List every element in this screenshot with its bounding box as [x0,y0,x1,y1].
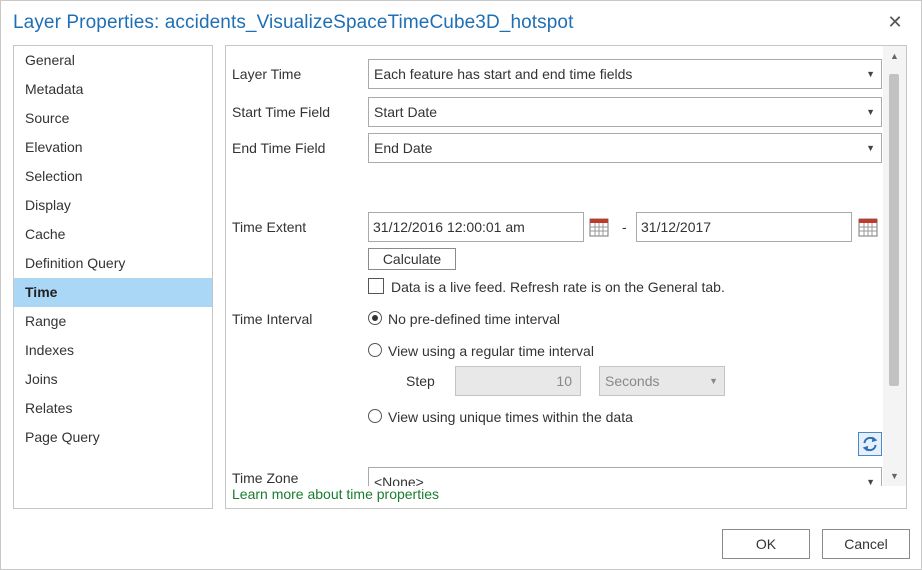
start-time-field-label: Start Time Field [232,104,331,120]
refresh-icon[interactable] [858,432,882,456]
step-unit-value: Seconds [605,373,660,389]
sidebar-item-selection[interactable]: Selection [14,162,212,191]
radio-regular-interval-label: View using a regular time interval [388,343,594,359]
dialog-title: Layer Properties: accidents_VisualizeSpa… [13,12,574,33]
sidebar-item-indexes[interactable]: Indexes [14,336,212,365]
live-feed-label: Data is a live feed. Refresh rate is on … [391,279,725,295]
layer-properties-dialog: Layer Properties: accidents_VisualizeSpa… [0,0,922,570]
time-zone-select[interactable]: <None> ▼ [368,467,882,486]
radio-unique-times[interactable] [368,409,382,423]
end-time-field-value: End Date [374,140,433,156]
radio-no-interval-label: No pre-defined time interval [388,311,560,327]
learn-more-link[interactable]: Learn more about time properties [232,486,439,502]
chevron-down-icon: ▼ [866,107,875,117]
time-extent-label: Time Extent [232,219,307,235]
sidebar-item-page-query[interactable]: Page Query [14,423,212,452]
time-interval-label: Time Interval [232,311,313,327]
sidebar-nav: General Metadata Source Elevation Select… [13,45,213,509]
cancel-button[interactable]: Cancel [822,529,910,559]
chevron-down-icon: ▼ [709,376,718,386]
layer-time-label: Layer Time [232,66,302,82]
sidebar-item-joins[interactable]: Joins [14,365,212,394]
sidebar-item-metadata[interactable]: Metadata [14,75,212,104]
sidebar-item-cache[interactable]: Cache [14,220,212,249]
time-properties-panel: Layer Time Each feature has start and en… [225,45,907,509]
sidebar-item-definition-query[interactable]: Definition Query [14,249,212,278]
scroll-up-icon[interactable]: ▲ [883,48,906,64]
chevron-down-icon: ▼ [866,143,875,153]
start-time-field-value: Start Date [374,104,438,120]
sidebar-item-range[interactable]: Range [14,307,212,336]
scroll-down-icon[interactable]: ▼ [883,468,906,484]
step-value-input[interactable]: 10 [455,366,581,396]
time-extent-start-input[interactable]: 31/12/2016 12:00:01 am [368,212,584,242]
vertical-scrollbar[interactable]: ▲ ▼ [883,46,906,486]
end-time-field-label: End Time Field [232,140,326,156]
time-zone-value: <None> [374,474,424,486]
layer-time-select[interactable]: Each feature has start and end time fiel… [368,59,882,89]
layer-time-value: Each feature has start and end time fiel… [374,66,633,82]
sidebar-item-general[interactable]: General [14,46,212,75]
chevron-down-icon: ▼ [866,69,875,79]
time-extent-end-input[interactable]: 31/12/2017 [636,212,852,242]
sidebar-item-elevation[interactable]: Elevation [14,133,212,162]
sidebar-item-source[interactable]: Source [14,104,212,133]
start-time-field-select[interactable]: Start Date ▼ [368,97,882,127]
radio-regular-interval[interactable] [368,343,382,357]
sidebar-item-display[interactable]: Display [14,191,212,220]
calculate-button[interactable]: Calculate [368,248,456,270]
calendar-icon[interactable] [589,217,609,237]
radio-unique-times-label: View using unique times within the data [388,409,633,425]
step-label: Step [406,373,435,389]
close-icon[interactable]: ✕ [885,12,905,32]
time-extent-separator: - [622,219,627,235]
calendar-icon[interactable] [858,217,878,237]
live-feed-checkbox[interactable] [368,278,384,294]
end-time-field-select[interactable]: End Date ▼ [368,133,882,163]
scroll-thumb[interactable] [889,74,899,386]
ok-button[interactable]: OK [722,529,810,559]
time-zone-label: Time Zone [232,470,299,486]
chevron-down-icon: ▼ [866,477,875,486]
radio-no-interval[interactable] [368,311,382,325]
time-properties-content: Layer Time Each feature has start and en… [226,46,884,486]
sidebar-item-time[interactable]: Time [14,278,212,307]
sidebar-item-relates[interactable]: Relates [14,394,212,423]
step-unit-select[interactable]: Seconds ▼ [599,366,725,396]
